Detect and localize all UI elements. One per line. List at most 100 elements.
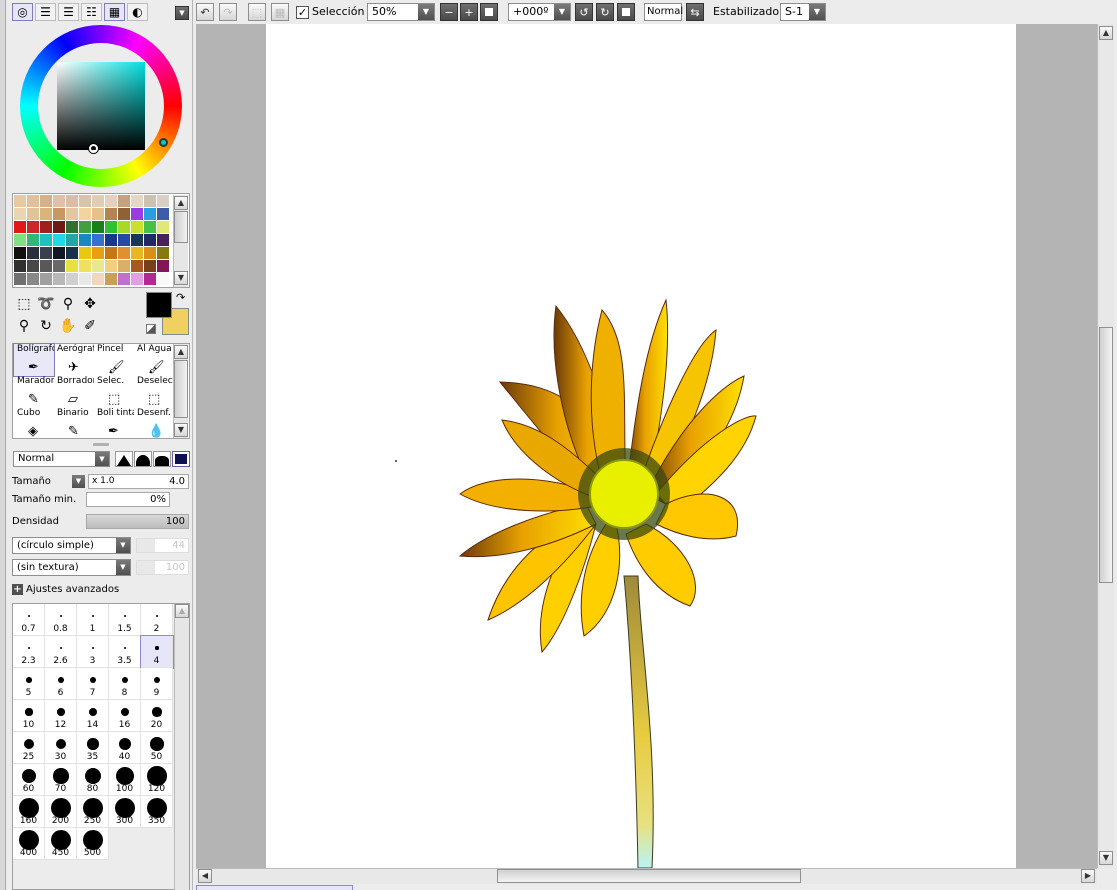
tool-eraser[interactable]: Borrador ▱: [54, 376, 94, 408]
saturation-value-square[interactable]: [57, 62, 145, 150]
tool-select-pen[interactable]: Selec. ⬚: [94, 376, 134, 408]
brush-size-option[interactable]: 25: [13, 732, 45, 764]
brush-size-option[interactable]: 5: [13, 668, 45, 700]
brush-size-option[interactable]: 35: [77, 732, 109, 764]
color-swatch[interactable]: [66, 260, 78, 272]
brush-mode-select[interactable]: Normal ▼: [13, 451, 110, 467]
rotation-select[interactable]: +000º ▼: [508, 3, 571, 21]
color-swatch[interactable]: [131, 195, 143, 207]
color-swatch[interactable]: [66, 208, 78, 220]
color-swatch[interactable]: [144, 195, 156, 207]
color-swatch[interactable]: [14, 208, 26, 220]
color-swatch[interactable]: [79, 221, 91, 233]
invert-selection-button[interactable]: ▦: [271, 3, 289, 21]
color-swatch[interactable]: [105, 208, 117, 220]
tool-watercolor[interactable]: Al Agua 🖌: [134, 344, 174, 376]
swatch-grid-icon[interactable]: ▦: [104, 3, 125, 21]
color-swatch[interactable]: [14, 273, 26, 285]
size-slider[interactable]: x 1.0 4.0: [88, 474, 189, 489]
color-swatch[interactable]: [40, 208, 52, 220]
brush-size-option[interactable]: 6: [45, 668, 77, 700]
color-swatch[interactable]: [53, 208, 65, 220]
color-swatch[interactable]: [14, 247, 26, 259]
color-swatch[interactable]: [131, 208, 143, 220]
brush-size-option[interactable]: 2.6: [45, 636, 77, 668]
color-swatch[interactable]: [40, 221, 52, 233]
color-swatch[interactable]: [27, 247, 39, 259]
brush-size-option[interactable]: 7: [77, 668, 109, 700]
zoom-reset-button[interactable]: [480, 3, 498, 21]
reset-colors-icon[interactable]: [146, 324, 156, 334]
tools-scroll-up-button[interactable]: ▲: [174, 345, 188, 359]
color-swatch[interactable]: [144, 260, 156, 272]
color-swatch[interactable]: [66, 247, 78, 259]
brush-size-option[interactable]: 60: [13, 764, 45, 796]
marquee-select-icon[interactable]: ⬚: [14, 294, 34, 314]
stabilizer-select[interactable]: S-1 ▼: [780, 3, 826, 21]
brush-size-option[interactable]: 16: [109, 700, 141, 732]
swatches-list-icon[interactable]: ☷: [81, 3, 102, 21]
color-swatch[interactable]: [144, 247, 156, 259]
vertical-scroll-thumb[interactable]: [1099, 327, 1113, 583]
brush-size-option[interactable]: 350: [141, 796, 173, 828]
color-swatch[interactable]: [105, 260, 117, 272]
brush-size-option[interactable]: 3: [77, 636, 109, 668]
magic-wand-icon[interactable]: ⚲: [58, 294, 78, 314]
primary-color[interactable]: [146, 292, 172, 318]
brush-size-option[interactable]: 0.8: [45, 604, 77, 636]
brush-edge-soft-icon[interactable]: [153, 451, 171, 467]
swatch-scroll-down-button[interactable]: ▼: [174, 271, 188, 285]
color-picker-cursor[interactable]: [89, 144, 98, 153]
brush-edge-flat-icon[interactable]: [172, 451, 190, 467]
color-swatch[interactable]: [14, 260, 26, 272]
brush-size-option[interactable]: 100: [109, 764, 141, 796]
color-swatch[interactable]: [118, 234, 130, 246]
color-swatch[interactable]: [79, 247, 91, 259]
tool-pen[interactable]: Bolígrafc ✒: [13, 343, 55, 377]
color-swatch[interactable]: [40, 195, 52, 207]
selection-checkbox[interactable]: ✓: [296, 6, 309, 19]
tool-airbrush[interactable]: Aerógraf ✈: [54, 344, 94, 376]
brush-size-option[interactable]: 120: [141, 764, 173, 796]
color-swatch[interactable]: [105, 234, 117, 246]
color-swatch[interactable]: [66, 195, 78, 207]
eyedropper-icon[interactable]: ✐: [80, 316, 100, 336]
color-swatch[interactable]: [157, 273, 169, 285]
color-swatch[interactable]: [131, 234, 143, 246]
color-swatch[interactable]: [40, 260, 52, 272]
hue-ring-cursor[interactable]: [159, 138, 168, 147]
brush-size-option[interactable]: 2: [141, 604, 173, 636]
brush-size-option[interactable]: 4: [140, 635, 174, 669]
color-swatch[interactable]: [118, 260, 130, 272]
brush-size-option[interactable]: 8: [109, 668, 141, 700]
scroll-right-button[interactable]: ▶: [1081, 869, 1095, 883]
color-swatch[interactable]: [53, 234, 65, 246]
brush-size-option[interactable]: 0.7: [13, 604, 45, 636]
brush-size-option[interactable]: 160: [13, 796, 45, 828]
size-grid-scroll-up-button[interactable]: ▲: [175, 604, 189, 618]
color-swatch[interactable]: [53, 221, 65, 233]
rotate-left-button[interactable]: ↺: [575, 3, 593, 21]
brush-edge-hard-icon[interactable]: [115, 451, 133, 467]
color-swatch[interactable]: [131, 247, 143, 259]
undo-button[interactable]: ↶: [196, 3, 214, 21]
panel-resize-handle[interactable]: [93, 443, 109, 446]
swatch-scroll-thumb[interactable]: [174, 211, 188, 243]
color-swatch[interactable]: [131, 260, 143, 272]
flip-view-button[interactable]: ⇆: [686, 3, 704, 21]
brush-edge-medium-icon[interactable]: [134, 451, 152, 467]
color-swatch[interactable]: [79, 273, 91, 285]
brush-size-option[interactable]: 450: [45, 828, 77, 860]
color-swatch[interactable]: [157, 208, 169, 220]
color-swatch[interactable]: [157, 247, 169, 259]
brush-shape-select[interactable]: (círculo simple) ▼: [12, 537, 131, 554]
color-swatch[interactable]: [79, 208, 91, 220]
color-swatch[interactable]: [144, 221, 156, 233]
color-swatch[interactable]: [118, 273, 130, 285]
zoom-select[interactable]: 50% ▼: [367, 3, 435, 21]
brush-texture-select[interactable]: (sin textura) ▼: [12, 559, 131, 576]
brush-size-option[interactable]: 3.5: [109, 636, 141, 668]
brush-size-option[interactable]: 200: [45, 796, 77, 828]
color-swatch[interactable]: [92, 273, 104, 285]
document-tab-strip[interactable]: [196, 885, 353, 890]
